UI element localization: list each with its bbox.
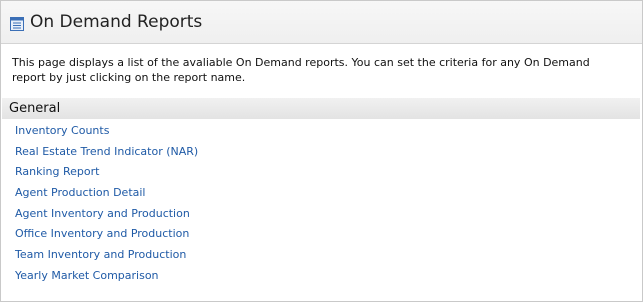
list-item: Team Inventory and Production: [15, 247, 198, 268]
list-item: Ranking Report: [15, 164, 198, 185]
page-title: On Demand Reports: [30, 12, 203, 32]
list-item: Real Estate Trend Indicator (NAR): [15, 144, 198, 165]
report-list: Inventory Counts Real Estate Trend Indic…: [15, 123, 198, 289]
report-link-yearly-market-comparison[interactable]: Yearly Market Comparison: [15, 269, 159, 282]
list-item: Agent Inventory and Production: [15, 206, 198, 227]
panel-header: On Demand Reports: [1, 1, 642, 44]
report-link-inventory-counts[interactable]: Inventory Counts: [15, 124, 109, 137]
section-header-general: General: [2, 98, 640, 119]
section-title: General: [9, 101, 61, 116]
list-item: Inventory Counts: [15, 123, 198, 144]
list-item: Agent Production Detail: [15, 185, 198, 206]
report-link-agent-inventory-and-production[interactable]: Agent Inventory and Production: [15, 207, 190, 220]
report-link-agent-production-detail[interactable]: Agent Production Detail: [15, 186, 145, 199]
report-link-team-inventory-and-production[interactable]: Team Inventory and Production: [15, 248, 186, 261]
page-description: This page displays a list of the avaliab…: [12, 56, 590, 84]
report-link-office-inventory-and-production[interactable]: Office Inventory and Production: [15, 227, 189, 240]
on-demand-reports-panel: On Demand Reports This page displays a l…: [0, 0, 643, 302]
report-link-ranking-report[interactable]: Ranking Report: [15, 165, 99, 178]
list-item: Office Inventory and Production: [15, 226, 198, 247]
report-link-real-estate-trend-indicator[interactable]: Real Estate Trend Indicator (NAR): [15, 145, 198, 158]
list-item: Yearly Market Comparison: [15, 268, 198, 289]
report-list-icon: [10, 16, 24, 31]
